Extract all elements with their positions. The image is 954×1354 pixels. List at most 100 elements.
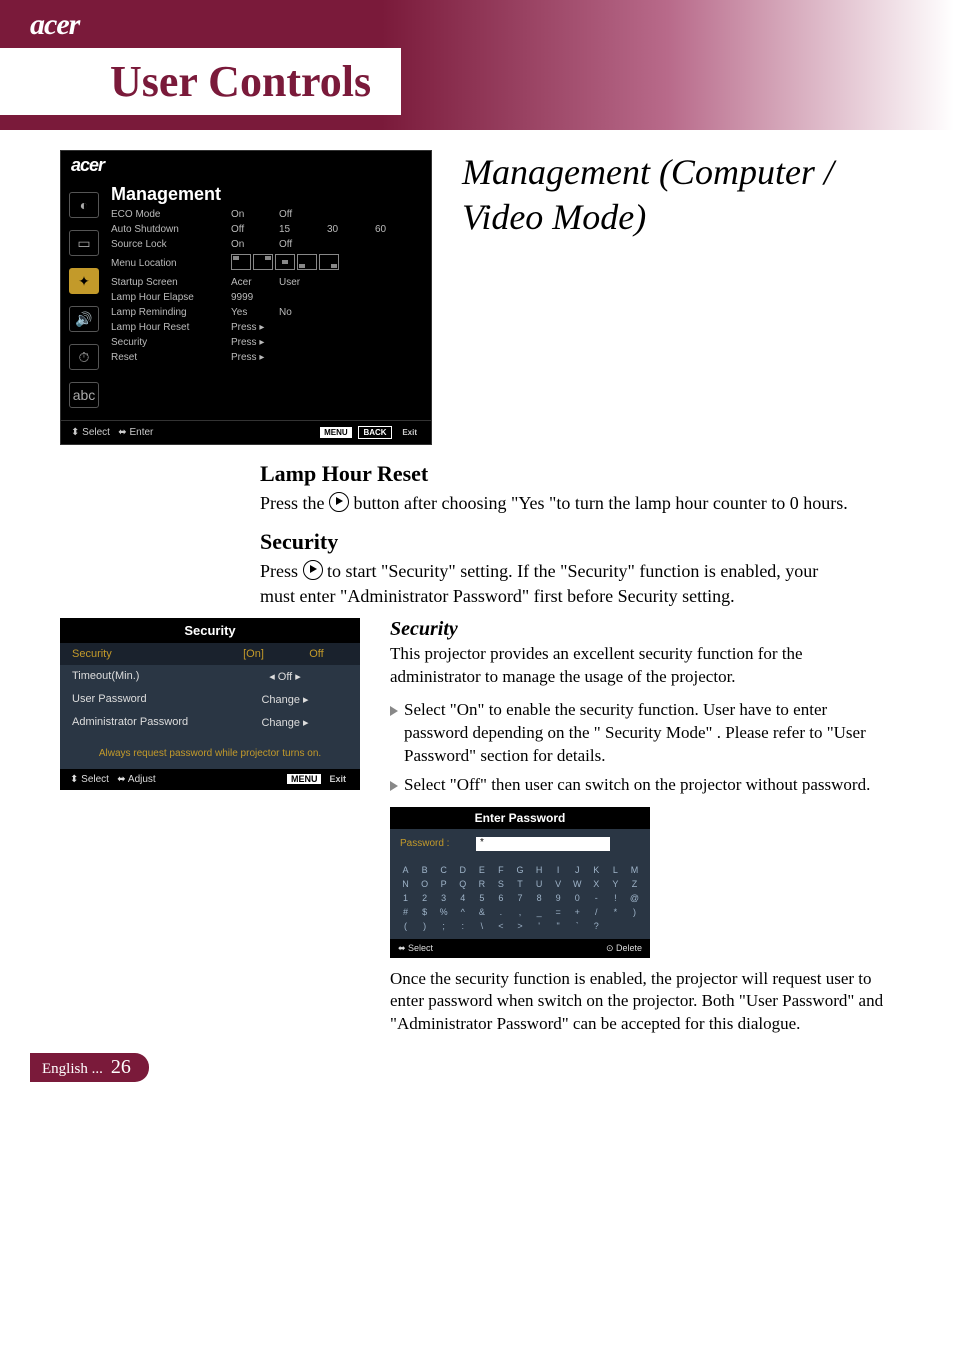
key[interactable]: * [606, 905, 625, 919]
key[interactable]: + [568, 905, 587, 919]
key[interactable]: R [472, 877, 491, 891]
osd-tab-management-icon[interactable]: ✦ [69, 268, 99, 294]
key[interactable]: V [549, 877, 568, 891]
key[interactable]: B [415, 863, 434, 877]
bullet-off: Select "Off" then user can switch on the… [390, 774, 894, 797]
key[interactable]: $ [415, 905, 434, 919]
key[interactable]: = [549, 905, 568, 919]
key[interactable]: X [587, 877, 606, 891]
page-footer: English ...26 [30, 1053, 149, 1082]
key[interactable]: ) [415, 919, 434, 933]
osd-enter-password: Enter Password Password : * ABCDEFGHIJKL… [390, 807, 650, 958]
page-header: acer User Controls [0, 0, 954, 130]
key[interactable]: C [434, 863, 453, 877]
key[interactable]: L [606, 863, 625, 877]
osd-management: acer ◐ ▭ ✦ 🔊 ⏱ abc Management ECO ModeOn… [60, 150, 432, 445]
password-label: Password : [400, 838, 470, 849]
key[interactable]: ^ [453, 905, 472, 919]
osd-tab-language-icon[interactable]: abc [69, 382, 99, 408]
key[interactable]: O [415, 877, 434, 891]
key[interactable]: N [396, 877, 415, 891]
osd-security: Security Security [On] Off Timeout(Min.)… [60, 618, 360, 790]
back-button[interactable]: BACK [358, 426, 391, 439]
osd-brand: acer [61, 151, 431, 180]
bullet-on: Select "On" to enable the security funct… [390, 699, 894, 768]
key[interactable]: " [549, 919, 568, 933]
key[interactable]: % [434, 905, 453, 919]
osd-keyboard[interactable]: ABCDEFGHIJKLM NOPQRSTUVWXYZ 1234567890-!@ #… [390, 863, 650, 939]
play-icon [303, 560, 323, 580]
menu-button[interactable]: MENU [320, 427, 352, 438]
osd-tab-color-icon[interactable]: ◐ [69, 192, 99, 218]
menu-button[interactable]: MENU [287, 774, 322, 784]
key[interactable]: ' [530, 919, 549, 933]
key[interactable]: 8 [530, 891, 549, 905]
key[interactable]: _ [530, 905, 549, 919]
key[interactable]: : [453, 919, 472, 933]
key[interactable]: 1 [396, 891, 415, 905]
osd-security-title: Security [60, 618, 360, 643]
key[interactable]: 0 [568, 891, 587, 905]
key[interactable]: A [396, 863, 415, 877]
key[interactable]: # [396, 905, 415, 919]
key[interactable] [606, 919, 625, 933]
key[interactable]: < [491, 919, 510, 933]
key[interactable]: / [587, 905, 606, 919]
key[interactable]: E [472, 863, 491, 877]
key[interactable]: T [510, 877, 529, 891]
key[interactable]: 5 [472, 891, 491, 905]
key[interactable]: D [453, 863, 472, 877]
lamp-reset-body: Press the button after choosing "Yes "to… [260, 491, 850, 515]
key[interactable]: P [434, 877, 453, 891]
menu-location-icons[interactable] [231, 254, 341, 273]
security-outro: Once the security function is enabled, t… [390, 968, 894, 1037]
key[interactable]: W [568, 877, 587, 891]
page-title: User Controls [0, 48, 401, 115]
lamp-reset-heading: Lamp Hour Reset [260, 461, 850, 487]
key[interactable]: 7 [510, 891, 529, 905]
key[interactable]: Q [453, 877, 472, 891]
key[interactable] [625, 919, 644, 933]
key[interactable]: > [510, 919, 529, 933]
key[interactable]: - [587, 891, 606, 905]
osd-security-hint: Always request password while projector … [60, 734, 360, 769]
exit-label: Exit [398, 427, 421, 438]
key[interactable]: 3 [434, 891, 453, 905]
key[interactable]: ; [434, 919, 453, 933]
key[interactable]: \ [472, 919, 491, 933]
osd-title: Management [111, 184, 423, 205]
osd-tab-image-icon[interactable]: ▭ [69, 230, 99, 256]
key[interactable]: M [625, 863, 644, 877]
key[interactable]: Z [625, 877, 644, 891]
bullet-icon [390, 781, 398, 791]
key[interactable]: S [491, 877, 510, 891]
key[interactable]: @ [625, 891, 644, 905]
key[interactable]: , [510, 905, 529, 919]
brand-logo: acer [30, 0, 954, 42]
key[interactable]: ? [587, 919, 606, 933]
key[interactable]: ) [625, 905, 644, 919]
key[interactable]: H [530, 863, 549, 877]
page-content: acer ◐ ▭ ✦ 🔊 ⏱ abc Management ECO ModeOn… [0, 130, 954, 1106]
key[interactable]: U [530, 877, 549, 891]
password-field[interactable]: * [476, 837, 610, 851]
key[interactable]: 9 [549, 891, 568, 905]
key[interactable]: 4 [453, 891, 472, 905]
key[interactable]: 6 [491, 891, 510, 905]
key[interactable]: ( [396, 919, 415, 933]
key[interactable]: G [510, 863, 529, 877]
osd-sidebar: ◐ ▭ ✦ 🔊 ⏱ abc [61, 180, 107, 420]
key[interactable]: J [568, 863, 587, 877]
key[interactable]: F [491, 863, 510, 877]
key[interactable]: ` [568, 919, 587, 933]
key[interactable]: . [491, 905, 510, 919]
osd-tab-audio-icon[interactable]: 🔊 [69, 306, 99, 332]
key[interactable]: K [587, 863, 606, 877]
security-heading: Security [260, 529, 850, 555]
key[interactable]: Y [606, 877, 625, 891]
key[interactable]: ! [606, 891, 625, 905]
key[interactable]: 2 [415, 891, 434, 905]
key[interactable]: & [472, 905, 491, 919]
osd-tab-timer-icon[interactable]: ⏱ [69, 344, 99, 370]
key[interactable]: I [549, 863, 568, 877]
